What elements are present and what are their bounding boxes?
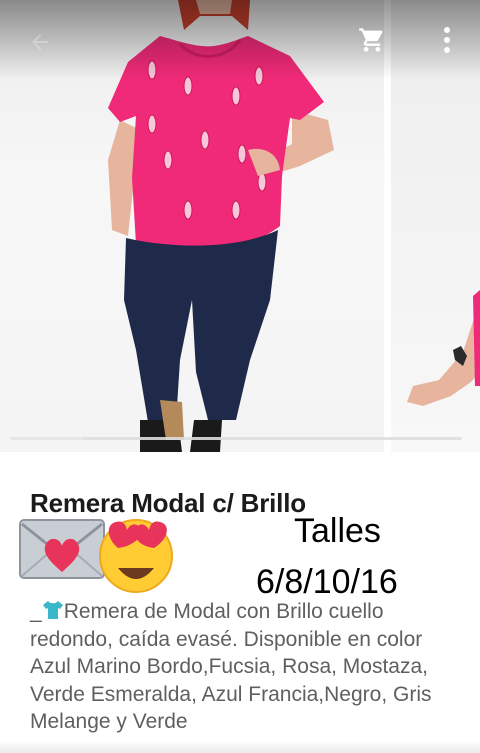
love-letter-icon [19,519,105,579]
t-shirt-icon [42,601,63,619]
product-description: _ Remera de Modal con Brillo cuello redon… [30,598,460,736]
heart-eyes-emoji-icon [99,519,173,593]
sizes-values: 6/8/10/16 [256,563,398,601]
product-image-carousel[interactable] [0,0,480,452]
description-prefix: _ [30,600,42,623]
back-button[interactable] [20,22,60,62]
carousel-indicator-track [82,437,462,440]
more-options-button[interactable] [430,20,464,60]
cart-button[interactable] [352,20,392,60]
bottom-fade [0,740,480,753]
description-text: Remera de Modal con Brillo cuello redond… [30,600,432,733]
carousel-indicator-active [10,437,82,440]
sizes-label: Talles [294,512,381,550]
shopping-cart-icon [359,28,383,52]
app-bar-scrim [0,0,480,80]
more-vert-icon [444,27,450,53]
arrow-back-icon [32,34,48,50]
